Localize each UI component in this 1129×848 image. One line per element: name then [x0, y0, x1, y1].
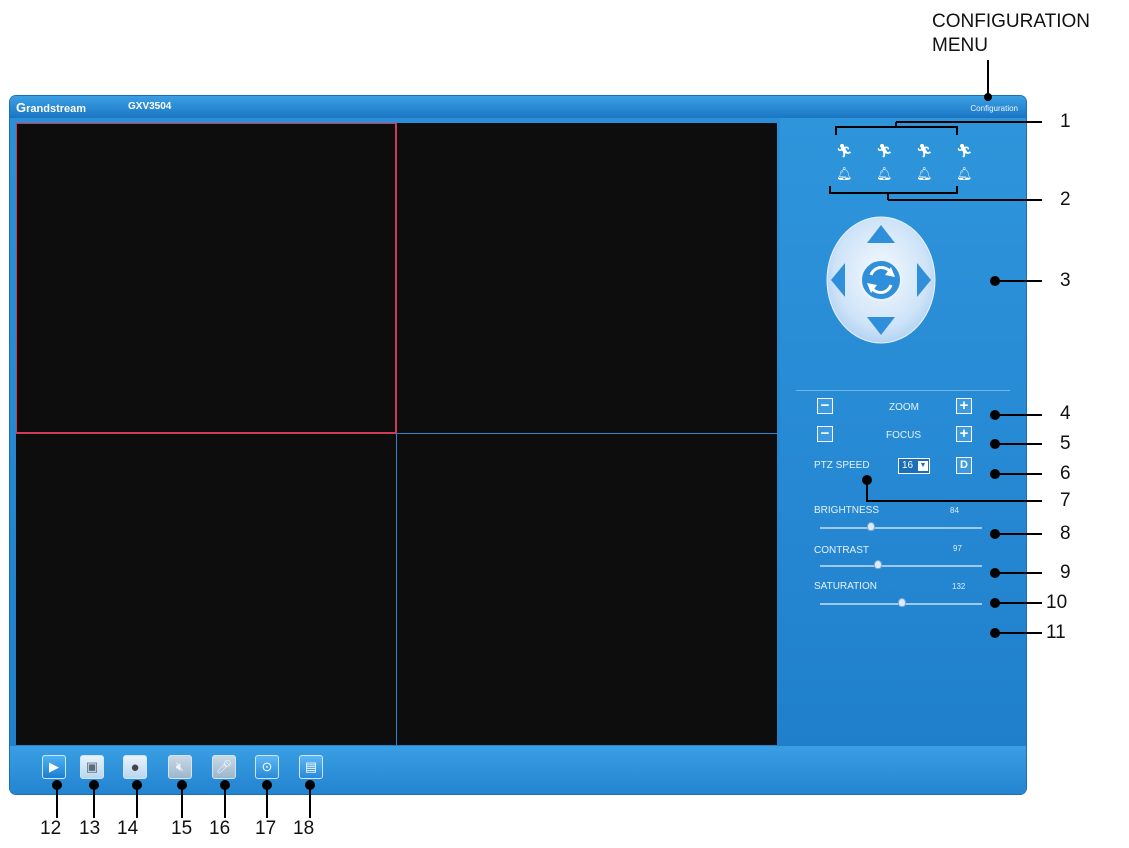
callout-14: 14 [117, 818, 139, 839]
callout-16: 16 [209, 818, 231, 839]
callout-15: 15 [171, 818, 193, 839]
callout-4: 4 [1060, 403, 1071, 424]
callout-17: 17 [255, 818, 277, 839]
callout-11: 11 [1046, 622, 1066, 643]
callout-9: 9 [1060, 562, 1071, 583]
callout-3: 3 [1060, 270, 1071, 291]
callout-1: 1 [1060, 111, 1071, 132]
callout-18: 18 [293, 818, 315, 839]
callout-13: 13 [79, 818, 101, 839]
callout-7: 7 [1060, 490, 1071, 511]
callout-10: 10 [1046, 592, 1068, 613]
callout-lines [52, 60, 1042, 818]
callout-12: 12 [40, 818, 62, 839]
callout-8: 8 [1060, 523, 1071, 544]
callout-2: 2 [1060, 189, 1071, 210]
callout-5: 5 [1060, 433, 1071, 454]
callout-6: 6 [1060, 463, 1071, 484]
